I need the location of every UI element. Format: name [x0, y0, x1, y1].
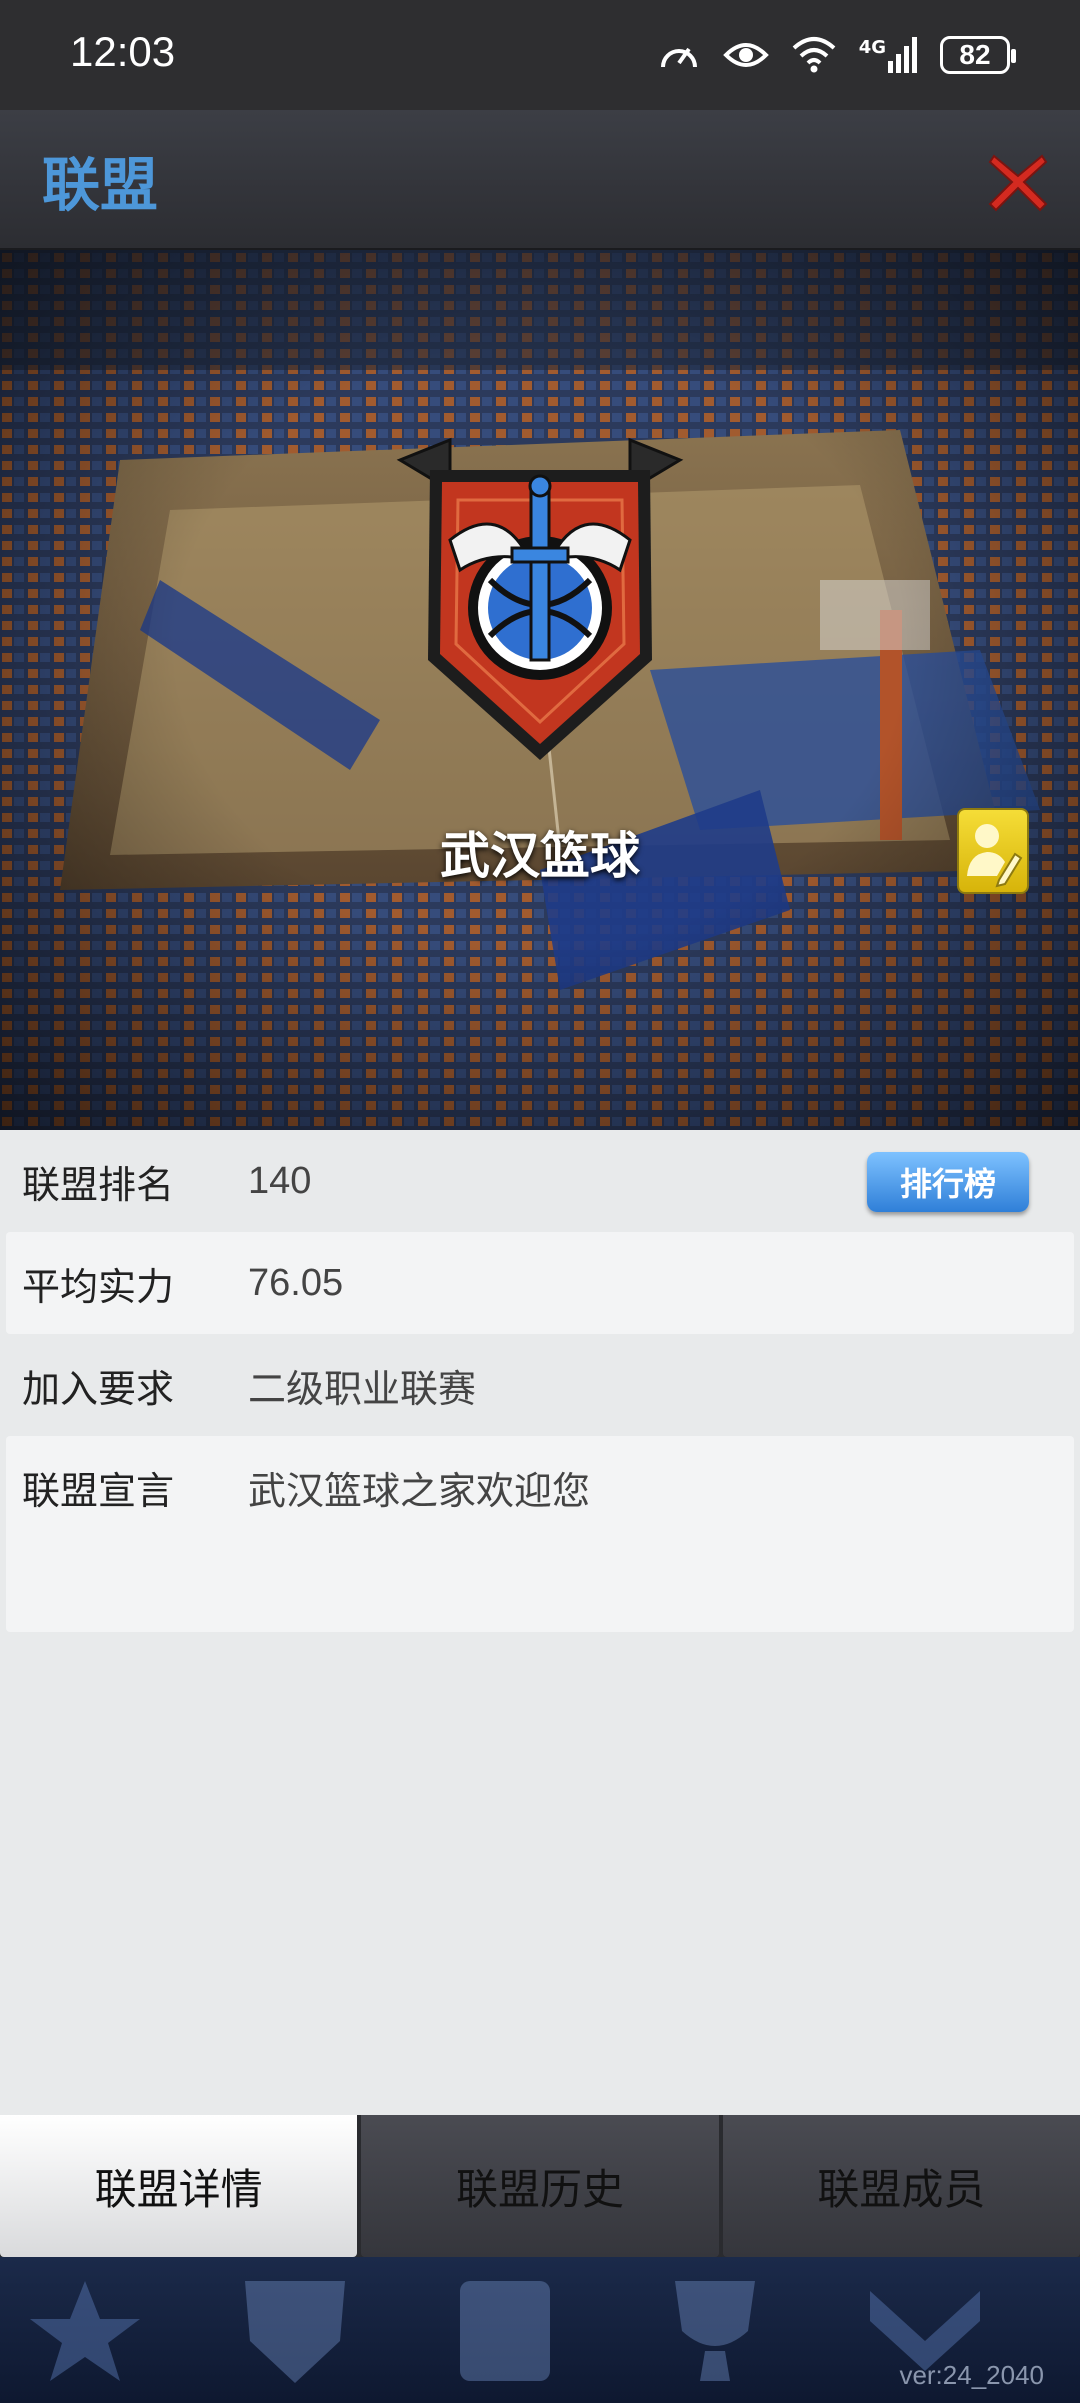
declaration-row: 联盟宣言 武汉篮球之家欢迎您: [6, 1436, 1074, 1632]
declaration-value: 武汉篮球之家欢迎您: [248, 1471, 591, 1513]
shield-sword-icon: [396, 437, 684, 760]
requirement-label: 加入要求: [22, 1366, 175, 1411]
star-icon: [30, 2281, 140, 2381]
close-button[interactable]: [986, 146, 1050, 216]
tab-alliance-history[interactable]: 联盟历史: [361, 2115, 719, 2257]
page-title: 联盟: [42, 151, 159, 219]
alliance-banner: 武汉篮球: [0, 250, 1080, 1130]
trophy-icon: [675, 2281, 755, 2381]
network-type-label: 4G: [858, 37, 886, 58]
battery-indicator: 82: [940, 36, 1016, 74]
alliance-emblem: [390, 430, 690, 770]
status-icons: 4G 82: [657, 28, 1016, 82]
strength-value: 76.05: [248, 1261, 344, 1304]
leaderboard-button[interactable]: 排行榜: [867, 1152, 1029, 1212]
declaration-label: 联盟宣言: [22, 1469, 175, 1513]
status-time: 12:03: [70, 28, 176, 75]
status-bar: 12:03 4G 82: [0, 0, 1080, 110]
close-icon: [988, 154, 1048, 212]
requirement-value: 二级职业联赛: [248, 1368, 477, 1411]
strength-label: 平均实力: [22, 1264, 175, 1309]
wifi-icon: [791, 36, 837, 74]
team-icon: [460, 2281, 550, 2381]
eye-icon: [722, 39, 769, 71]
speedometer-icon: [657, 35, 701, 75]
rank-row: 联盟排名 140 排行榜: [0, 1130, 1080, 1232]
version-label: ver:24_2040: [899, 2360, 1044, 2390]
signal-icon: 4G: [859, 37, 918, 73]
rank-value: 140: [248, 1159, 312, 1202]
alliance-name: 武汉篮球: [440, 827, 640, 885]
alliance-info: 联盟排名 140 排行榜 平均实力 76.05 加入要求 二级职业联赛 联盟宣言…: [0, 1130, 1080, 1632]
edit-profile-icon: [967, 824, 1023, 888]
header-bar: 联盟: [0, 110, 1080, 250]
tab-alliance-members[interactable]: 联盟成员: [722, 2115, 1080, 2257]
bottom-navigation: ver:24_2040: [0, 2257, 1080, 2403]
requirement-row: 加入要求 二级职业联赛: [0, 1334, 1080, 1436]
edit-alliance-button[interactable]: [957, 808, 1029, 894]
tab-alliance-details[interactable]: 联盟详情: [0, 2115, 358, 2257]
rank-label: 联盟排名: [22, 1162, 175, 1207]
tab-bar: 联盟详情 联盟历史 联盟成员: [0, 2115, 1080, 2257]
strength-row: 平均实力 76.05: [6, 1232, 1074, 1334]
shield-icon: [245, 2281, 345, 2383]
